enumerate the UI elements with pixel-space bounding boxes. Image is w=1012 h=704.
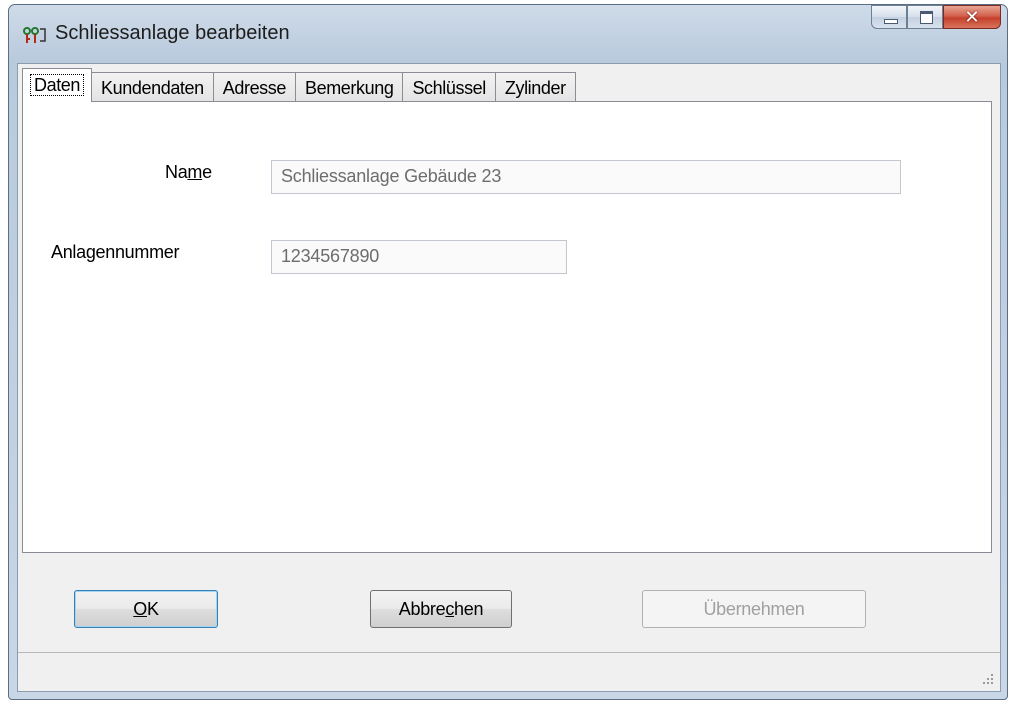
keys-app-icon: [23, 27, 46, 43]
name-label-mnemonic: m: [187, 162, 203, 182]
title-bar[interactable]: Schliessanlage bearbeiten ✕: [9, 5, 1007, 63]
dialog-client-area: Daten Kundendaten Adresse Bemerkung Schl…: [17, 63, 1001, 692]
cancel-mnemonic: c: [445, 599, 455, 619]
anlagennummer-label: Anlagennummer: [51, 242, 180, 262]
maximize-button[interactable]: [907, 5, 943, 29]
name-label-part: e: [202, 162, 212, 182]
tab-strip: Daten Kundendaten Adresse Bemerkung Schl…: [22, 68, 576, 102]
close-button[interactable]: ✕: [943, 5, 1001, 29]
window-title: Schliessanlage bearbeiten: [55, 22, 290, 44]
tab-panel-daten: Name Schliessanlage Gebäude 23 Anlagennu…: [22, 101, 992, 553]
resize-grip-icon[interactable]: [980, 671, 994, 685]
close-icon: ✕: [964, 7, 980, 28]
tab-label: Bemerkung: [305, 78, 394, 98]
ok-mnemonic: O: [133, 599, 147, 619]
tab-label: Daten: [30, 74, 85, 96]
name-field[interactable]: Schliessanlage Gebäude 23: [271, 160, 901, 194]
tab-daten[interactable]: Daten: [22, 68, 93, 102]
tab-label: Kundendaten: [101, 78, 204, 98]
anlagennummer-field[interactable]: 1234567890: [271, 240, 567, 274]
tab-kundendaten[interactable]: Kundendaten: [91, 72, 213, 102]
tab-label: Zylinder: [504, 78, 566, 98]
cancel-label-part: Abbre: [398, 599, 446, 619]
ok-button[interactable]: OK: [74, 590, 218, 628]
ok-label-rest: K: [146, 599, 159, 619]
status-bar: [18, 652, 1000, 691]
tab-label: Schlüssel: [412, 78, 486, 98]
minimize-button[interactable]: [871, 5, 907, 29]
name-label-part: Na: [165, 162, 188, 182]
dialog-window: Schliessanlage bearbeiten ✕ Daten Kunden…: [8, 4, 1008, 700]
minimize-icon: [884, 19, 898, 24]
caption-buttons: ✕: [871, 5, 1001, 31]
tab-schluessel[interactable]: Schlüssel: [402, 72, 495, 102]
maximize-icon: [920, 11, 933, 24]
tab-bemerkung[interactable]: Bemerkung: [295, 72, 403, 102]
tab-adresse[interactable]: Adresse: [212, 72, 295, 102]
tab-label: Adresse: [222, 78, 287, 98]
cancel-label-part: hen: [454, 599, 484, 619]
name-label: Name: [165, 162, 212, 183]
cancel-button[interactable]: Abbrechen: [370, 590, 512, 628]
tab-zylinder[interactable]: Zylinder: [494, 72, 576, 102]
apply-button[interactable]: Übernehmen: [642, 590, 866, 628]
